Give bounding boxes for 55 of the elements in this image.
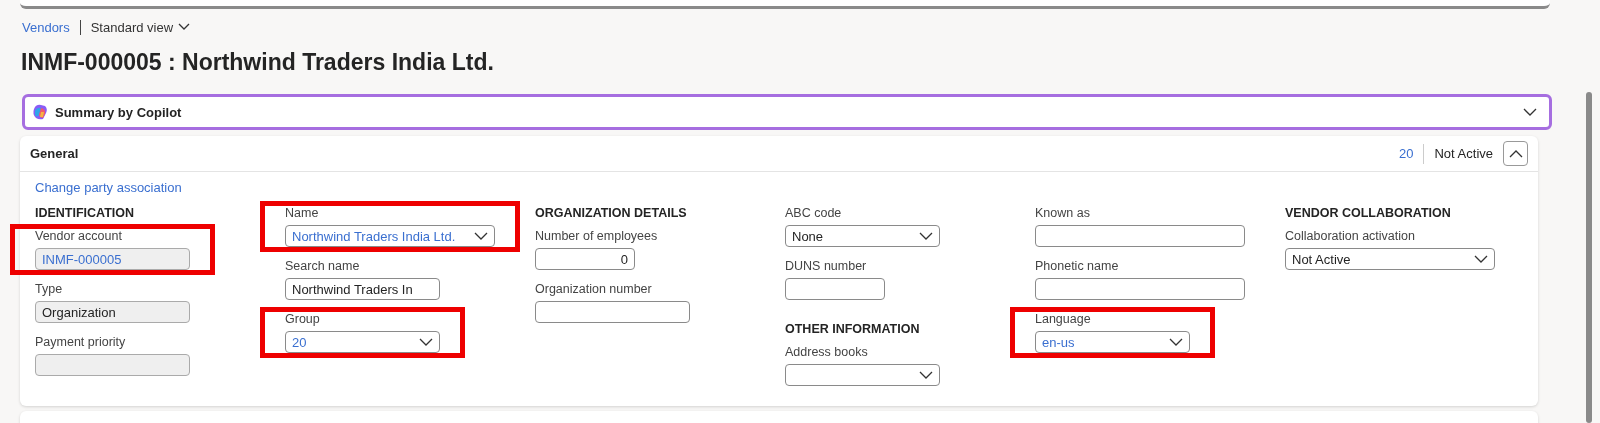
input-field[interactable] bbox=[785, 278, 885, 300]
input-field[interactable] bbox=[1035, 225, 1245, 247]
field-label: Group bbox=[285, 312, 321, 327]
change-party-link[interactable]: Change party association bbox=[35, 180, 182, 195]
chevron-down-icon bbox=[919, 371, 933, 379]
section-title: General bbox=[30, 146, 79, 161]
chevron-down-icon bbox=[1474, 255, 1488, 263]
group-heading: ORGANIZATION DETAILS bbox=[535, 206, 688, 222]
input-field[interactable]: 0 bbox=[535, 248, 635, 270]
dropdown-field[interactable] bbox=[785, 364, 940, 386]
dropdown-field[interactable]: Not Active bbox=[1285, 248, 1495, 270]
chevron-down-icon bbox=[178, 23, 191, 31]
field-label: ABC code bbox=[785, 206, 843, 221]
copilot-summary-bar[interactable]: Summary by Copilot bbox=[22, 94, 1552, 130]
group-heading: VENDOR COLLABORATION bbox=[1285, 206, 1452, 222]
dropdown-field[interactable]: 20 bbox=[285, 331, 440, 353]
chevron-down-icon bbox=[1169, 338, 1183, 346]
copilot-icon bbox=[31, 103, 49, 121]
dropdown-field[interactable]: None bbox=[785, 225, 940, 247]
input-field[interactable] bbox=[35, 354, 190, 376]
field-label: DUNS number bbox=[785, 259, 868, 274]
input-field[interactable]: Northwind Traders In bbox=[285, 278, 440, 300]
group-heading: OTHER INFORMATION bbox=[785, 322, 921, 338]
input-field[interactable] bbox=[535, 301, 690, 323]
field-label: Phonetic name bbox=[1035, 259, 1120, 274]
scrollbar-thumb[interactable] bbox=[1586, 92, 1592, 423]
field-label: Language bbox=[1035, 312, 1092, 327]
collapse-button[interactable] bbox=[1503, 141, 1528, 166]
breadcrumb-link[interactable]: Vendors bbox=[22, 19, 70, 35]
input-field[interactable]: INMF-000005 bbox=[35, 248, 190, 270]
chevron-down-icon bbox=[919, 232, 933, 240]
view-selector[interactable]: Standard view bbox=[90, 19, 191, 35]
field-label: Address books bbox=[785, 345, 869, 360]
field-label: Vendor account bbox=[35, 229, 123, 244]
group-heading: IDENTIFICATION bbox=[35, 206, 136, 222]
dropdown-field[interactable]: Northwind Traders India Ltd. bbox=[285, 225, 495, 247]
input-field[interactable] bbox=[1035, 278, 1245, 300]
chevron-down-icon bbox=[1523, 108, 1537, 116]
chevron-up-icon bbox=[1508, 149, 1523, 158]
page-title: INMF-000005 : Northwind Traders India Ltd. bbox=[21, 49, 495, 77]
field-label: Collaboration activation bbox=[1285, 229, 1416, 244]
field-label: Name bbox=[285, 206, 320, 221]
dropdown-field[interactable]: en-us bbox=[1035, 331, 1190, 353]
field-label: Type bbox=[35, 282, 64, 297]
field-label: Organization number bbox=[535, 282, 653, 297]
field-label: Search name bbox=[285, 259, 361, 274]
summary-value: 20 bbox=[1399, 146, 1414, 161]
input-field[interactable]: Organization bbox=[35, 301, 190, 323]
summary-value: Not Active bbox=[1434, 146, 1493, 161]
chevron-down-icon bbox=[474, 232, 488, 240]
copilot-summary-label: Summary by Copilot bbox=[55, 104, 183, 120]
field-label: Number of employees bbox=[535, 229, 658, 244]
chevron-down-icon bbox=[419, 338, 433, 346]
field-label: Known as bbox=[1035, 206, 1091, 221]
field-label: Payment priority bbox=[35, 335, 127, 350]
